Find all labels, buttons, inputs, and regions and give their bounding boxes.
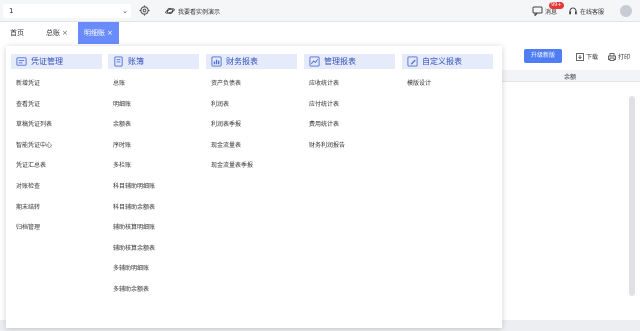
menu-header-management-reports-label: 管理报表 — [324, 57, 356, 66]
menu-header-management-reports[interactable]: 管理报表 — [304, 54, 395, 69]
tab-detail-ledger-label: 明细账 — [84, 29, 105, 37]
message-icon — [532, 6, 543, 16]
menu-item-aux-accounting-balance[interactable]: 辅助核算余额表 — [113, 243, 203, 264]
menu-item-income-statement[interactable]: 利润表 — [211, 99, 301, 120]
online-service-label: 在线客服 — [580, 8, 605, 16]
menu-item-expense-stats[interactable]: 费用统计表 — [309, 119, 399, 140]
print-label: 打印 — [618, 54, 631, 61]
menu-item-smart-voucher-center[interactable]: 智能凭证中心 — [16, 140, 106, 161]
menu-item-balance-sheet[interactable]: 资产负债表 — [211, 78, 301, 99]
ledger-icon — [114, 56, 123, 67]
menu-item-view-voucher[interactable]: 查看凭证 — [16, 99, 106, 120]
tab-general-ledger-label: 总账 — [46, 29, 60, 37]
menu-item-journal[interactable]: 序时账 — [113, 140, 203, 161]
menu-header-custom-reports-label: 自定义报表 — [422, 57, 462, 66]
menu-item-subject-aux-balance[interactable]: 科目辅助余额表 — [113, 202, 203, 223]
menu-item-voucher-summary[interactable]: 凭证汇总表 — [16, 160, 106, 181]
navigation-menu-panel: 凭证管理 新增凭证 查看凭证 草稿凭证列表 智能凭证中心 凭证汇总表 对账检查 … — [6, 46, 502, 328]
messages-badge: 99+ — [549, 2, 564, 9]
upgrade-button[interactable]: 升级新版 — [524, 49, 562, 63]
download-icon — [576, 52, 584, 61]
close-icon[interactable]: × — [107, 29, 113, 37]
online-service-button[interactable]: 在线客服 — [568, 6, 604, 16]
menu-item-cash-flow-quarterly[interactable]: 现金流量表季报 — [211, 160, 301, 181]
planet-icon — [165, 7, 175, 15]
menu-header-ledger[interactable]: 账簿 — [108, 54, 199, 69]
download-button[interactable]: 下载 — [576, 52, 598, 61]
demo-link-label: 我要看实例演示 — [178, 8, 221, 16]
menu-item-profit-report[interactable]: 财务利润报告 — [309, 140, 399, 161]
top-bar: 1 ⌄ 我要看实例演示 消息 99+ 在线客服 — [0, 0, 640, 22]
menu-header-custom-reports[interactable]: 自定义报表 — [402, 54, 493, 69]
avatar[interactable] — [620, 5, 632, 17]
menu-header-financial-reports-label: 财务报表 — [226, 57, 258, 66]
menu-item-general-ledger[interactable]: 总账 — [113, 78, 203, 99]
scrollbar[interactable] — [629, 96, 635, 296]
menu-item-aux-accounting-detail[interactable]: 辅助核算明细账 — [113, 222, 203, 243]
demo-link[interactable]: 我要看实例演示 — [165, 6, 220, 16]
menu-item-multi-column-ledger[interactable]: 多栏账 — [113, 160, 203, 181]
gear-icon[interactable] — [139, 5, 150, 16]
menu-item-multi-aux-detail[interactable]: 多辅助明细账 — [113, 263, 203, 284]
balance-column-header: 余额 — [564, 74, 577, 81]
menu-item-reconciliation-check[interactable]: 对账检查 — [16, 181, 106, 202]
menu-item-income-statement-quarterly[interactable]: 利润表季报 — [211, 119, 301, 140]
headset-icon — [569, 7, 577, 15]
financial-report-icon — [211, 56, 222, 67]
download-label: 下载 — [586, 54, 599, 61]
menu-item-new-voucher[interactable]: 新增凭证 — [16, 78, 106, 99]
menu-item-subject-aux-detail[interactable]: 科目辅助明细账 — [113, 181, 203, 202]
tab-home[interactable]: 首页 — [10, 22, 24, 44]
menu-item-draft-vouchers[interactable]: 草稿凭证列表 — [16, 119, 106, 140]
tab-general-ledger[interactable]: 总账 × — [46, 22, 68, 44]
company-select[interactable]: 1 ⌄ — [3, 4, 131, 18]
menu-item-detail-ledger[interactable]: 明细账 — [113, 99, 203, 120]
menu-item-balance-sheet-ledger[interactable]: 余额表 — [113, 119, 203, 140]
menu-item-archive-management[interactable]: 归档管理 — [16, 222, 106, 243]
menu-item-cash-flow[interactable]: 现金流量表 — [211, 140, 301, 161]
company-select-value: 1 — [9, 7, 14, 15]
print-button[interactable]: 打印 — [608, 52, 630, 61]
tab-detail-ledger[interactable]: 明细账 × — [78, 22, 119, 44]
menu-item-payables-stats[interactable]: 应付统计表 — [309, 99, 399, 120]
custom-report-icon — [407, 56, 418, 67]
menu-header-voucher-label: 凭证管理 — [31, 57, 63, 66]
menu-header-voucher[interactable]: 凭证管理 — [11, 54, 102, 69]
tab-home-label: 首页 — [10, 29, 24, 37]
management-report-icon — [309, 56, 320, 67]
printer-icon — [608, 52, 616, 61]
table-header: 余额 — [502, 70, 640, 82]
tab-bar: 首页 总账 × 明细账 × — [0, 22, 640, 44]
voucher-icon — [16, 57, 27, 66]
menu-header-financial-reports[interactable]: 财务报表 — [206, 54, 297, 69]
menu-item-template-design[interactable]: 模版设计 — [407, 78, 497, 99]
close-icon[interactable]: × — [62, 29, 68, 37]
chevron-down-icon: ⌄ — [122, 7, 128, 15]
menu-item-receivables-stats[interactable]: 应收统计表 — [309, 78, 399, 99]
menu-item-multi-aux-balance[interactable]: 多辅助余额表 — [113, 284, 203, 305]
menu-item-period-end-closing[interactable]: 期末结转 — [16, 202, 106, 223]
menu-header-ledger-label: 账簿 — [128, 57, 144, 66]
